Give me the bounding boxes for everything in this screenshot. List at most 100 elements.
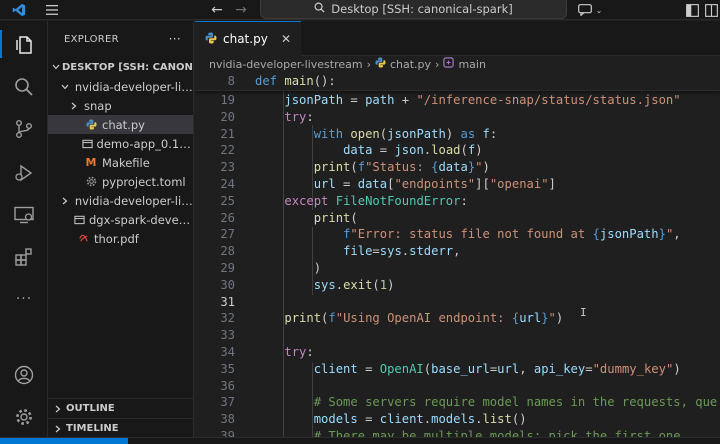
code-line[interactable]: 22 data = json.load(f) <box>195 142 720 159</box>
code-line[interactable]: 24 url = data["endpoints"]["openai"] <box>195 176 720 193</box>
menu-icon[interactable] <box>44 2 60 18</box>
run-debug-icon[interactable] <box>10 159 38 187</box>
python-file-icon <box>205 32 217 47</box>
code-line[interactable]: 36 <box>195 378 720 395</box>
breadcrumb-symbol[interactable]: main <box>458 58 485 71</box>
code-text: client = OpenAI(base_url=url, api_key="d… <box>313 362 681 376</box>
code-line[interactable]: 29 ) <box>195 260 720 277</box>
timeline-section[interactable]: TIMELINE <box>48 418 193 438</box>
workspace-section-header[interactable]: DESKTOP [SSH: CANONIC... <box>48 57 193 77</box>
code-text: # Some servers require model names in th… <box>313 395 718 409</box>
code-text: f"Error: status file not found at {jsonP… <box>343 227 681 241</box>
chat-icon[interactable] <box>577 2 593 18</box>
code-text: models = client.models.list() <box>313 412 527 426</box>
activity-bar: ··· <box>0 21 48 444</box>
close-tab-icon[interactable]: ✕ <box>281 32 291 46</box>
line-number: 24 <box>220 177 235 191</box>
source-control-icon[interactable] <box>10 115 38 143</box>
tree-item-label: dgx-spark-developer... <box>88 212 193 227</box>
line-number: 23 <box>220 160 235 174</box>
code-line[interactable]: 23 print(f"Status: {data}") <box>195 159 720 176</box>
tab-label: chat.py <box>223 32 268 46</box>
tree-item[interactable]: pyproject.toml <box>48 172 193 191</box>
tree-item[interactable]: snap <box>48 96 193 115</box>
remote-indicator[interactable] <box>0 438 128 444</box>
code-line[interactable]: 21 with open(jsonPath) as f: <box>195 126 720 143</box>
settings-gear-icon[interactable] <box>10 403 38 431</box>
forward-arrow-icon[interactable]: → <box>232 2 250 18</box>
explorer-icon[interactable] <box>0 30 38 58</box>
chevron-right-icon <box>52 425 64 433</box>
python-file-icon <box>84 119 98 130</box>
code-line[interactable]: 25 except FileNotFoundError: <box>195 193 720 210</box>
line-number: 36 <box>220 379 235 393</box>
line-number: 8 <box>227 74 235 88</box>
back-arrow-icon[interactable]: ← <box>208 2 226 18</box>
code-text: except FileNotFoundError: <box>284 194 468 208</box>
sidebar-title: EXPLORER <box>64 33 119 45</box>
config-file-icon <box>84 176 98 187</box>
tree-item[interactable]: dgx-spark-developer... <box>48 210 193 229</box>
tab-chat-py[interactable]: chat.py ✕ <box>195 21 301 56</box>
command-center[interactable]: Desktop [SSH: canonical-spark] <box>260 0 567 19</box>
tree-item-label: nvidia-developer-live... <box>74 193 193 208</box>
line-number: 31 <box>220 295 235 309</box>
more-icon[interactable]: ··· <box>10 285 38 313</box>
explorer-sidebar: EXPLORER ··· DESKTOP [SSH: CANONIC... nv… <box>48 21 194 444</box>
toggle-panel-icon[interactable] <box>684 2 700 18</box>
chevron-right-icon <box>52 405 64 413</box>
search-icon <box>314 2 325 16</box>
outline-section[interactable]: OUTLINE <box>48 398 193 418</box>
code-line[interactable]: 33 <box>195 327 720 344</box>
code-text: file=sys.stderr, <box>343 244 461 258</box>
code-text: try: <box>284 110 314 124</box>
line-number: 37 <box>220 395 235 409</box>
tree-item-label: chat.py <box>102 117 145 132</box>
breadcrumb-folder[interactable]: nvidia-developer-livestream <box>209 58 363 71</box>
package-file-icon <box>74 214 85 225</box>
more-actions-icon[interactable]: ··· <box>169 32 181 46</box>
line-number: 29 <box>220 261 235 275</box>
tree-item[interactable]: thor.pdf <box>48 229 193 248</box>
tree-item-label: Makefile <box>102 155 150 170</box>
code-line[interactable]: 38 models = client.models.list() <box>195 411 720 428</box>
tree-item[interactable]: nvidia-developer-live... <box>48 77 193 96</box>
breadcrumb: nvidia-developer-livestream › chat.py › … <box>195 56 720 72</box>
search-activity-icon[interactable] <box>10 73 38 101</box>
tree-item[interactable]: demo-app_0.1_arm... <box>48 134 193 153</box>
remote-explorer-icon[interactable] <box>10 201 38 229</box>
code-line[interactable]: 35 client = OpenAI(base_url=url, api_key… <box>195 361 720 378</box>
code-text: def main(): <box>255 74 336 88</box>
code-line[interactable]: 37 # Some servers require model names in… <box>195 394 720 411</box>
code-line[interactable]: 28 file=sys.stderr, <box>195 243 720 260</box>
code-text: with open(jsonPath) as f: <box>313 127 498 141</box>
chevron-right-icon: › <box>366 57 371 71</box>
account-icon[interactable] <box>10 361 38 389</box>
line-number: 34 <box>220 345 235 359</box>
code-line[interactable]: 34 try: <box>195 344 720 361</box>
breadcrumb-file[interactable]: chat.py <box>390 58 431 71</box>
package-file-icon <box>81 138 93 149</box>
code-editor[interactable]: 8 def main(): 19 jsonPath = path + "/inf… <box>195 72 720 444</box>
code-text: jsonPath = path + "/inference-snap/statu… <box>284 93 681 107</box>
code-line[interactable]: 27 f"Error: status file not found at {js… <box>195 226 720 243</box>
function-symbol-icon <box>443 57 455 71</box>
code-line[interactable]: 26 print( <box>195 210 720 227</box>
tree-item-label: pyproject.toml <box>102 174 186 189</box>
chevron-right-icon <box>68 102 80 110</box>
tree-item[interactable]: chat.py <box>48 115 193 134</box>
code-line[interactable]: 32 print(f"Using OpenAI endpoint: {url}"… <box>195 310 720 327</box>
code-line[interactable]: 19 jsonPath = path + "/inference-snap/st… <box>195 92 720 109</box>
tree-item-label: nvidia-developer-live... <box>74 79 193 94</box>
vscode-logo-icon <box>10 2 28 18</box>
editor-tab-bar: chat.py ✕ <box>195 21 720 56</box>
chevron-down-icon[interactable]: ⌄ <box>594 2 604 18</box>
code-line[interactable]: 30 sys.exit(1) <box>195 277 720 294</box>
tree-item[interactable]: M Makefile <box>48 153 193 172</box>
sticky-scroll-header[interactable]: 8 def main(): <box>195 72 720 91</box>
code-line[interactable]: 20 try: <box>195 109 720 126</box>
extensions-icon[interactable] <box>10 243 38 271</box>
code-line[interactable]: 31 <box>195 294 720 311</box>
tree-item[interactable]: nvidia-developer-live... <box>48 191 193 210</box>
layout-icon[interactable] <box>704 2 718 18</box>
